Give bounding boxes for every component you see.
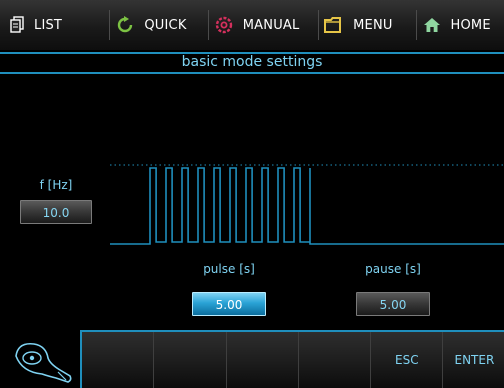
menu-item-list[interactable]: LIST (0, 0, 109, 50)
home-icon (423, 18, 440, 32)
menu-item-list-label: LIST (34, 17, 63, 33)
handpiece-icon (15, 342, 72, 383)
menu-item-home[interactable]: HOME (417, 0, 504, 50)
frequency-field[interactable]: 10.0 (20, 200, 92, 224)
waveform-line (110, 167, 504, 245)
page-title: basic mode settings (181, 54, 323, 70)
manual-icon (215, 16, 232, 34)
enter-button[interactable]: ENTER (443, 332, 504, 388)
menu-item-quick-label: QUICK (144, 17, 187, 33)
menu-item-manual-label: MANUAL (242, 17, 300, 33)
pause-field[interactable]: 5.00 (356, 292, 430, 316)
esc-button[interactable]: ESC (371, 332, 444, 388)
soft-key-bar: ESC ENTER (80, 330, 504, 388)
device-screen: LIST QUICK MANUAL MENU HOME basic mode s… (0, 0, 504, 388)
soft-key-1[interactable] (82, 332, 155, 388)
menu-item-menu-label: MENU (353, 17, 393, 33)
soft-key-2[interactable] (154, 332, 227, 388)
pause-label: pause [s] (365, 262, 421, 276)
menu-item-manual[interactable]: MANUAL (209, 0, 318, 50)
waveform-trace (110, 167, 504, 245)
pulse-label: pulse [s] (203, 262, 255, 276)
menu-item-menu[interactable]: MENU (319, 0, 415, 50)
menu-item-home-label: HOME (450, 17, 491, 33)
menu-icon (324, 17, 342, 33)
soft-key-4[interactable] (298, 332, 372, 388)
quick-icon (118, 16, 133, 33)
top-menu-bar: LIST QUICK MANUAL MENU HOME (0, 0, 504, 50)
pulse-field[interactable]: 5.00 (192, 292, 266, 316)
soft-key-3[interactable] (226, 332, 299, 388)
menu-item-quick[interactable]: QUICK (110, 0, 207, 50)
frequency-label: f [Hz] (39, 178, 73, 192)
pulse-waveform (110, 164, 504, 245)
list-icon (10, 16, 24, 33)
